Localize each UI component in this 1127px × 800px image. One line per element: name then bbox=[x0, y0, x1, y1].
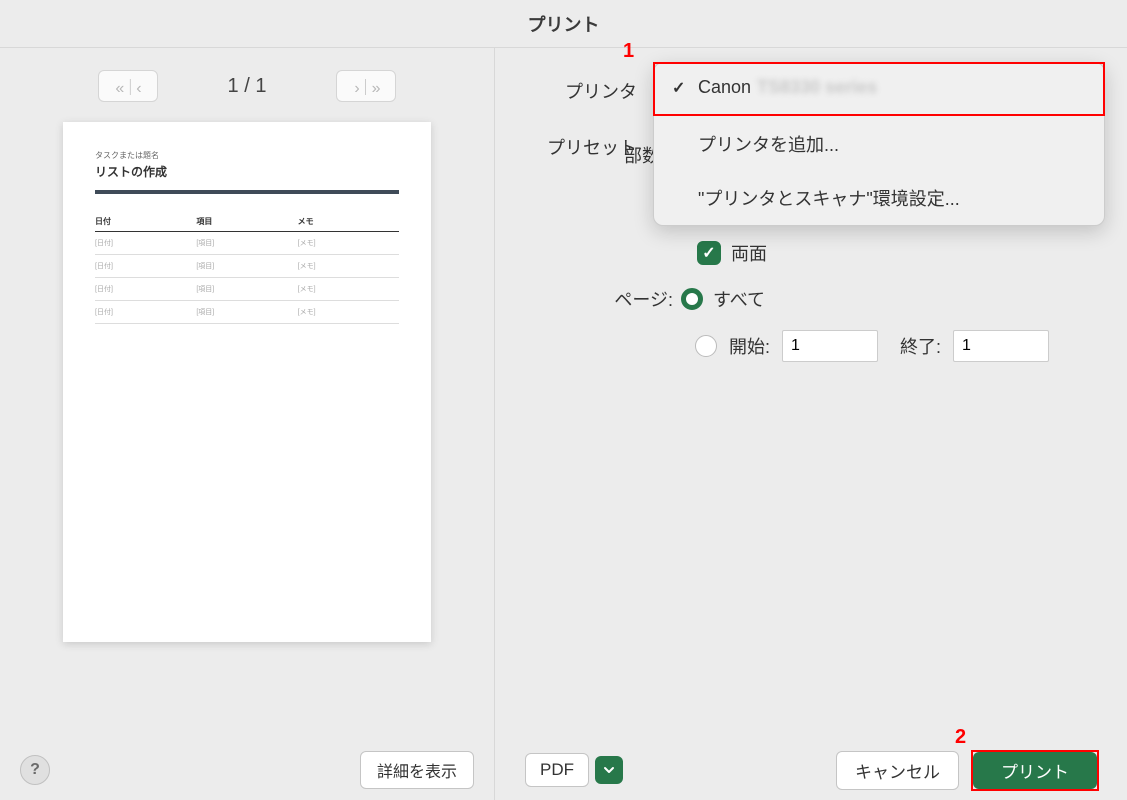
pages-all-row: すべて bbox=[681, 286, 765, 312]
pdf-button[interactable]: PDF bbox=[525, 753, 589, 787]
annotation-number-1: 1 bbox=[623, 40, 634, 63]
duplex-checkbox[interactable]: ✓ bbox=[697, 241, 721, 265]
print-button-wrap: プリント 2 bbox=[973, 752, 1097, 789]
print-dialog: プリント «｜‹ 1 / 1 ›｜» タスクまたは題名 リストの作成 日付 bbox=[0, 0, 1127, 800]
table-cell: [項目] bbox=[196, 232, 297, 255]
table-cell: [項目] bbox=[196, 255, 297, 278]
right-footer: PDF キャンセル プリント 2 bbox=[495, 740, 1127, 800]
pages-row: ページ: すべて bbox=[525, 286, 1097, 312]
action-buttons: キャンセル プリント 2 bbox=[836, 751, 1097, 790]
show-details-button[interactable]: 詳細を表示 bbox=[360, 751, 474, 789]
pages-to-label: 終了: bbox=[900, 333, 941, 359]
table-cell: [メモ] bbox=[298, 232, 399, 255]
help-button[interactable]: ? bbox=[20, 755, 50, 785]
left-footer: ? 詳細を表示 bbox=[0, 740, 494, 800]
pages-all-label: すべて bbox=[713, 286, 765, 312]
dialog-content: «｜‹ 1 / 1 ›｜» タスクまたは題名 リストの作成 日付 項目 メモ bbox=[0, 48, 1127, 800]
table-cell: [項目] bbox=[196, 278, 297, 301]
settings-pane: プリンタ プリセット 部数 Canon TS8330 series プリンタを追… bbox=[495, 48, 1127, 800]
pdf-button-group: PDF bbox=[525, 753, 623, 787]
preview-container: タスクまたは題名 リストの作成 日付 項目 メモ bbox=[0, 112, 494, 740]
pager: «｜‹ 1 / 1 ›｜» bbox=[0, 48, 494, 112]
table-row: [日付] [項目] [メモ] bbox=[95, 255, 399, 278]
dropdown-item-add-printer[interactable]: プリンタを追加... bbox=[654, 117, 1104, 171]
dropdown-item-selected-printer[interactable]: Canon TS8330 series bbox=[654, 63, 1104, 112]
annotation-number-2: 2 bbox=[955, 726, 966, 749]
dropdown-item-prefs[interactable]: "プリンタとスキャナ"環境設定... bbox=[654, 171, 1104, 225]
pdf-chevron-icon[interactable] bbox=[595, 756, 623, 784]
duplex-checkbox-label: 両面 bbox=[731, 240, 767, 266]
print-button[interactable]: プリント bbox=[973, 752, 1097, 789]
pages-label: ページ: bbox=[525, 286, 681, 312]
dropdown-divider bbox=[654, 114, 1104, 115]
preview-pane: «｜‹ 1 / 1 ›｜» タスクまたは題名 リストの作成 日付 項目 メモ bbox=[0, 48, 495, 800]
table-cell: [日付] bbox=[95, 255, 196, 278]
preview-th: 項目 bbox=[196, 212, 297, 232]
preview-th: メモ bbox=[298, 212, 399, 232]
table-cell: [項目] bbox=[196, 301, 297, 324]
table-cell: [メモ] bbox=[298, 255, 399, 278]
table-cell: [日付] bbox=[95, 301, 196, 324]
table-row: [日付] [項目] [メモ] bbox=[95, 278, 399, 301]
table-row: [日付] [項目] [メモ] bbox=[95, 301, 399, 324]
preview-page: タスクまたは題名 リストの作成 日付 項目 メモ bbox=[63, 122, 431, 642]
pages-all-radio[interactable] bbox=[681, 288, 703, 310]
preview-divider bbox=[95, 190, 399, 194]
preview-title: リストの作成 bbox=[95, 163, 399, 180]
pages-range-radio[interactable] bbox=[695, 335, 717, 357]
duplex-checkbox-row: ✓ 両面 bbox=[697, 240, 1097, 266]
dropdown-printer-name: Canon bbox=[698, 77, 751, 98]
cancel-button[interactable]: キャンセル bbox=[836, 751, 959, 790]
table-cell: [メモ] bbox=[298, 278, 399, 301]
table-cell: [メモ] bbox=[298, 301, 399, 324]
table-row: [日付] [項目] [メモ] bbox=[95, 232, 399, 255]
pages-from-label: 開始: bbox=[729, 333, 770, 359]
pager-first-prev-button[interactable]: «｜‹ bbox=[98, 70, 158, 102]
printer-label: プリンタ bbox=[525, 78, 645, 104]
table-cell: [日付] bbox=[95, 278, 196, 301]
preview-th: 日付 bbox=[95, 212, 196, 232]
preview-subtitle: タスクまたは題名 bbox=[95, 150, 399, 161]
pages-to-input[interactable] bbox=[953, 330, 1049, 362]
table-cell: [日付] bbox=[95, 232, 196, 255]
dropdown-printer-model: TS8330 series bbox=[757, 77, 877, 98]
printer-dropdown-menu[interactable]: Canon TS8330 series プリンタを追加... "プリンタとスキャ… bbox=[653, 62, 1105, 226]
page-indicator: 1 / 1 bbox=[228, 75, 267, 98]
preview-table: 日付 項目 メモ [日付] [項目] [メモ] bbox=[95, 212, 399, 324]
pager-next-last-button[interactable]: ›｜» bbox=[336, 70, 396, 102]
pages-from-input[interactable] bbox=[782, 330, 878, 362]
pages-range-row: 開始: 終了: bbox=[695, 330, 1097, 362]
dialog-title: プリント bbox=[0, 0, 1127, 48]
copies-label: 部数 bbox=[525, 142, 668, 168]
